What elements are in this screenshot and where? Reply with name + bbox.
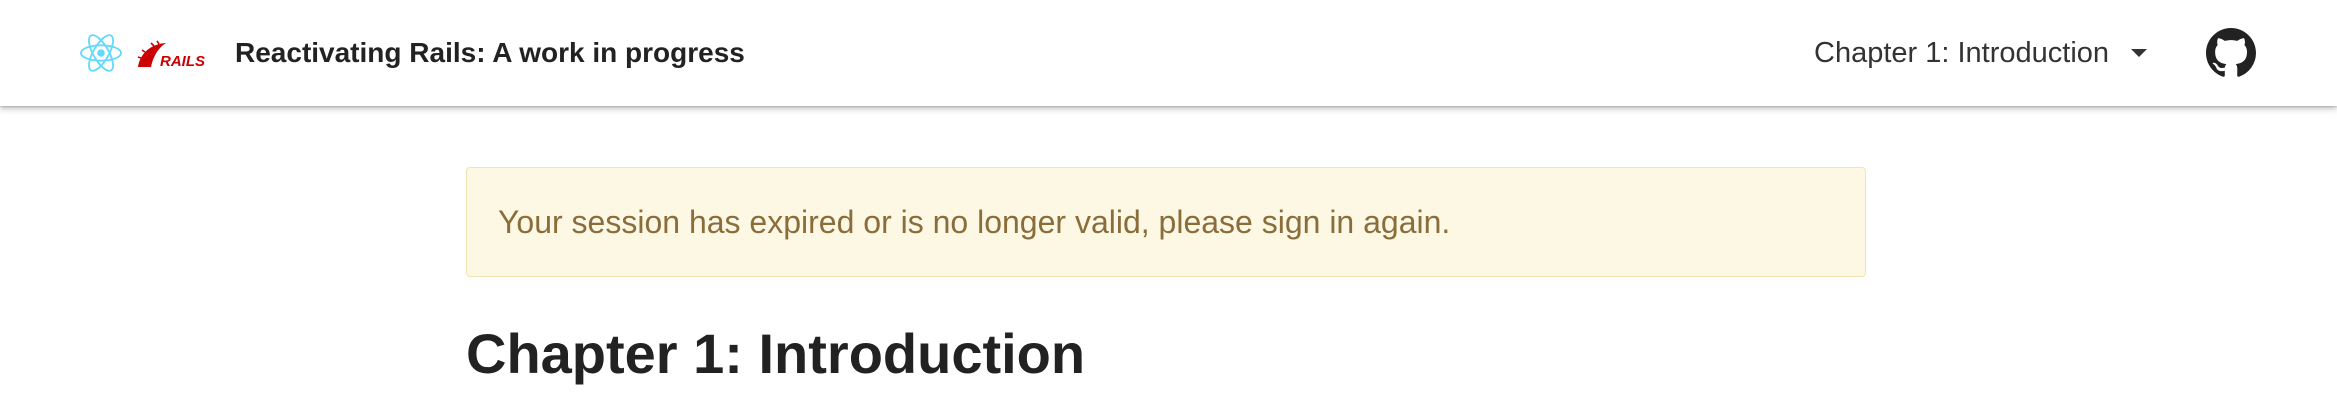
react-logo-icon[interactable]: [80, 34, 122, 72]
chapter-select-dropdown[interactable]: Chapter 1: Introduction: [1814, 32, 2148, 74]
rails-logo-text: RAILS: [160, 53, 205, 68]
github-icon[interactable]: [2206, 28, 2256, 78]
chapter-select-label: Chapter 1: Introduction: [1814, 37, 2110, 69]
alert-message: Your session has expired or is no longer…: [498, 203, 1451, 240]
navbar: RAILS Reactivating Rails: A work in prog…: [0, 0, 2337, 106]
chevron-down-icon: [2131, 49, 2148, 57]
site-title[interactable]: Reactivating Rails: A work in progress: [235, 32, 745, 74]
session-expired-alert: Your session has expired or is no longer…: [466, 167, 1866, 277]
rails-logo-icon[interactable]: RAILS: [136, 40, 208, 68]
page-title: Chapter 1: Introduction: [466, 322, 1086, 385]
